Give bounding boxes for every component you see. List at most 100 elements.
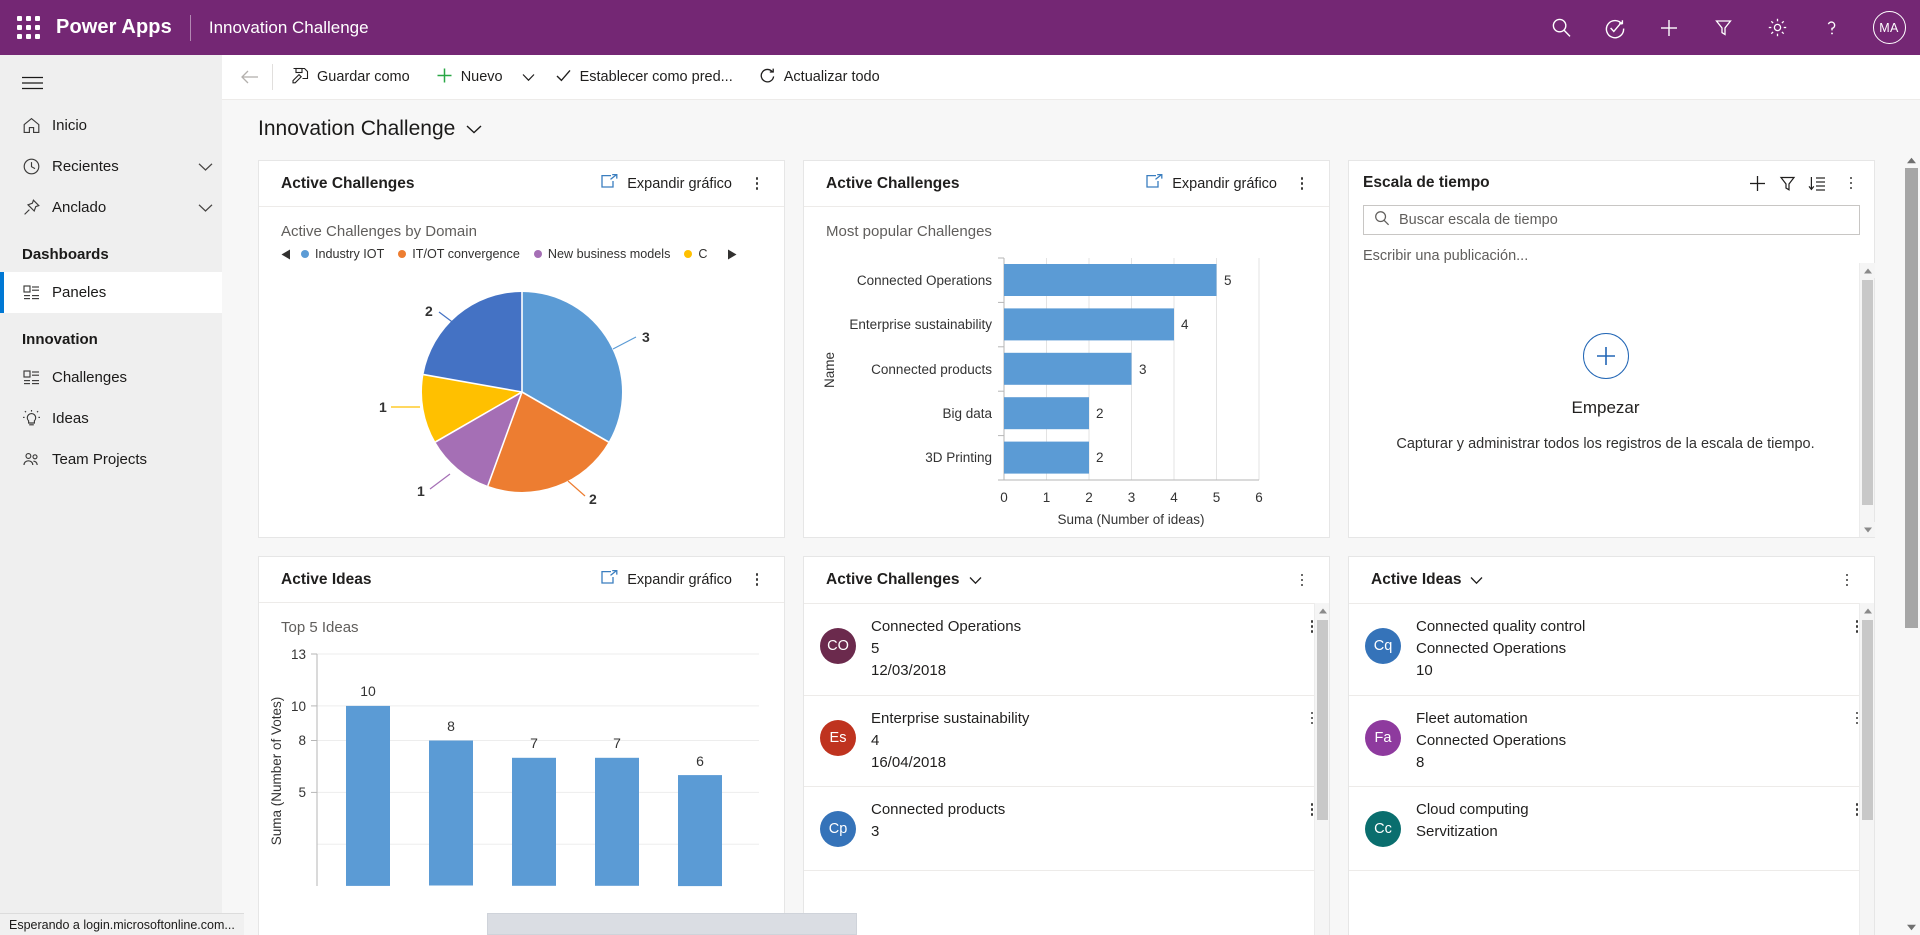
vertical-bar-chart-area[interactable]: 13 10 8 5 Suma (Number of Votes) 10 8 7 … bbox=[259, 636, 784, 935]
list-item-text: Cloud computing Servitization bbox=[1401, 799, 1840, 843]
timeline-scrollbar[interactable] bbox=[1859, 263, 1875, 537]
list-item-count: 5 bbox=[871, 640, 880, 658]
ideas-list-scrollbar[interactable] bbox=[1859, 603, 1874, 935]
scrollbar-thumb[interactable] bbox=[1862, 280, 1873, 505]
legend-item[interactable]: IT/OT convergence bbox=[398, 247, 520, 261]
list-item[interactable]: Cp Connected products 3 bbox=[804, 787, 1329, 872]
scrollbar-thumb[interactable] bbox=[1862, 620, 1873, 820]
legend-prev-icon[interactable] bbox=[281, 249, 301, 260]
card-active-ideas-chart: Active Ideas Expandir gráfico Top 5 Idea… bbox=[258, 556, 785, 935]
back-button[interactable] bbox=[230, 55, 270, 100]
sidebar-item-ideas[interactable]: Ideas bbox=[0, 398, 222, 439]
card-overflow-menu-button[interactable] bbox=[1838, 168, 1864, 198]
list-item[interactable]: Es Enterprise sustainability 4 16/04/201… bbox=[804, 696, 1329, 788]
filter-icon[interactable] bbox=[1696, 0, 1750, 55]
svg-text:Name: Name bbox=[822, 352, 837, 388]
add-timeline-record-icon[interactable] bbox=[1742, 168, 1772, 198]
legend-next-icon[interactable] bbox=[721, 249, 737, 260]
list-item[interactable]: Fa Fleet automation Connected Operations… bbox=[1349, 696, 1874, 788]
check-task-icon[interactable] bbox=[1588, 0, 1642, 55]
refresh-icon bbox=[759, 67, 776, 88]
vertical-bar-chart-svg: 13 10 8 5 Suma (Number of Votes) 10 8 7 … bbox=[269, 647, 759, 887]
expand-chart-button[interactable]: Expandir gráfico bbox=[1139, 170, 1283, 197]
scroll-down-arrow[interactable] bbox=[1860, 522, 1875, 537]
chevron-down-icon[interactable] bbox=[188, 203, 222, 213]
search-icon[interactable] bbox=[1534, 0, 1588, 55]
svg-text:5: 5 bbox=[1224, 273, 1232, 288]
sidebar-item-challenges[interactable]: Challenges bbox=[0, 357, 222, 398]
help-icon[interactable] bbox=[1804, 0, 1858, 55]
scroll-down-arrow[interactable] bbox=[1903, 919, 1920, 935]
new-dropdown-caret[interactable] bbox=[516, 55, 542, 100]
gear-icon[interactable] bbox=[1750, 0, 1804, 55]
sidebar-item-anclado[interactable]: Anclado bbox=[0, 187, 222, 228]
card-overflow-menu-button[interactable] bbox=[1834, 565, 1860, 595]
scroll-up-arrow[interactable] bbox=[1860, 263, 1875, 278]
timeline-search-box[interactable] bbox=[1363, 205, 1860, 235]
expand-chart-button[interactable]: Expandir gráfico bbox=[594, 170, 738, 197]
scroll-up-arrow[interactable] bbox=[1903, 152, 1920, 168]
chevron-down-icon[interactable] bbox=[969, 576, 982, 585]
app-launcher-button[interactable] bbox=[0, 16, 56, 39]
sidebar-item-paneles[interactable]: Paneles bbox=[0, 272, 222, 313]
list-item[interactable]: CO Connected Operations 5 12/03/2018 bbox=[804, 604, 1329, 696]
svg-text:1: 1 bbox=[379, 399, 387, 415]
chart-horizontal-scrollbar[interactable] bbox=[487, 913, 857, 935]
add-record-plus-icon[interactable] bbox=[1582, 333, 1629, 379]
filter-icon[interactable] bbox=[1772, 168, 1802, 198]
svg-text:1: 1 bbox=[1043, 490, 1051, 505]
list-item-title: Fleet automation bbox=[1416, 709, 1528, 727]
scroll-up-arrow[interactable] bbox=[1860, 603, 1874, 618]
horizontal-bar-chart-area[interactable]: 5 Connected Operations 4 Enterprise sust… bbox=[804, 240, 1329, 537]
svg-text:6: 6 bbox=[1255, 490, 1263, 505]
card-title: Escala de tiempo bbox=[1363, 174, 1490, 191]
chevron-down-icon[interactable] bbox=[466, 124, 482, 135]
card-overflow-menu-button[interactable] bbox=[744, 565, 770, 595]
sidebar-group-dashboards: Dashboards bbox=[22, 246, 109, 263]
timeline-post-placeholder[interactable]: Escribir una publicación... bbox=[1349, 235, 1874, 264]
refresh-all-label: Actualizar todo bbox=[783, 69, 880, 85]
app-name-label[interactable]: Innovation Challenge bbox=[191, 18, 369, 38]
scrollbar-thumb[interactable] bbox=[1317, 620, 1328, 820]
page-scrollbar[interactable] bbox=[1903, 152, 1920, 935]
dashboard-title-row: Innovation Challenge bbox=[222, 100, 1920, 152]
plus-icon[interactable] bbox=[1642, 0, 1696, 55]
expand-icon bbox=[600, 569, 618, 589]
challenges-list-scrollbar[interactable] bbox=[1314, 603, 1329, 935]
card-title: Active Ideas bbox=[1371, 571, 1462, 588]
expand-chart-button[interactable]: Expandir gráfico bbox=[594, 566, 738, 593]
pie-chart-area[interactable]: 3 2 1 1 2 bbox=[259, 261, 784, 537]
brand-label[interactable]: Power Apps bbox=[56, 16, 190, 39]
sidebar-item-recientes[interactable]: Recientes bbox=[0, 146, 222, 187]
people-icon bbox=[22, 450, 52, 469]
list-item-title: Cloud computing bbox=[1416, 801, 1529, 819]
timeline-search-input[interactable] bbox=[1399, 212, 1849, 228]
scroll-up-arrow[interactable] bbox=[1315, 603, 1329, 618]
sort-order-icon[interactable] bbox=[1802, 168, 1832, 198]
sidebar-toggle-button[interactable] bbox=[0, 61, 222, 105]
list-item[interactable]: Cc Cloud computing Servitization bbox=[1349, 787, 1874, 872]
challenges-list: CO Connected Operations 5 12/03/2018 Es bbox=[804, 603, 1329, 872]
sidebar-item-inicio[interactable]: Inicio bbox=[0, 105, 222, 146]
set-default-button[interactable]: Establecer como pred... bbox=[542, 55, 746, 100]
svg-text:Connected products: Connected products bbox=[871, 362, 992, 377]
sidebar-item-team-projects[interactable]: Team Projects bbox=[0, 439, 222, 480]
legend-item[interactable]: Industry IOT bbox=[301, 247, 384, 261]
legend-item[interactable]: C bbox=[684, 247, 707, 261]
sidebar-item-label: Anclado bbox=[52, 199, 107, 216]
chevron-down-icon[interactable] bbox=[1470, 576, 1483, 585]
chevron-down-icon[interactable] bbox=[188, 162, 222, 172]
card-overflow-menu-button[interactable] bbox=[744, 169, 770, 199]
card-overflow-menu-button[interactable] bbox=[1289, 565, 1315, 595]
new-button[interactable]: Nuevo bbox=[423, 55, 516, 100]
save-as-button[interactable]: Guardar como bbox=[279, 55, 423, 100]
refresh-all-button[interactable]: Actualizar todo bbox=[746, 55, 893, 100]
sidebar-item-label: Ideas bbox=[52, 410, 89, 427]
user-avatar-button[interactable]: MA bbox=[1858, 0, 1920, 55]
legend-item[interactable]: New business models bbox=[533, 247, 670, 261]
scrollbar-thumb[interactable] bbox=[1905, 168, 1918, 628]
svg-text:5: 5 bbox=[1213, 490, 1221, 505]
card-overflow-menu-button[interactable] bbox=[1289, 169, 1315, 199]
list-item[interactable]: Cq Connected quality control Connected O… bbox=[1349, 604, 1874, 696]
svg-text:8: 8 bbox=[298, 733, 306, 748]
